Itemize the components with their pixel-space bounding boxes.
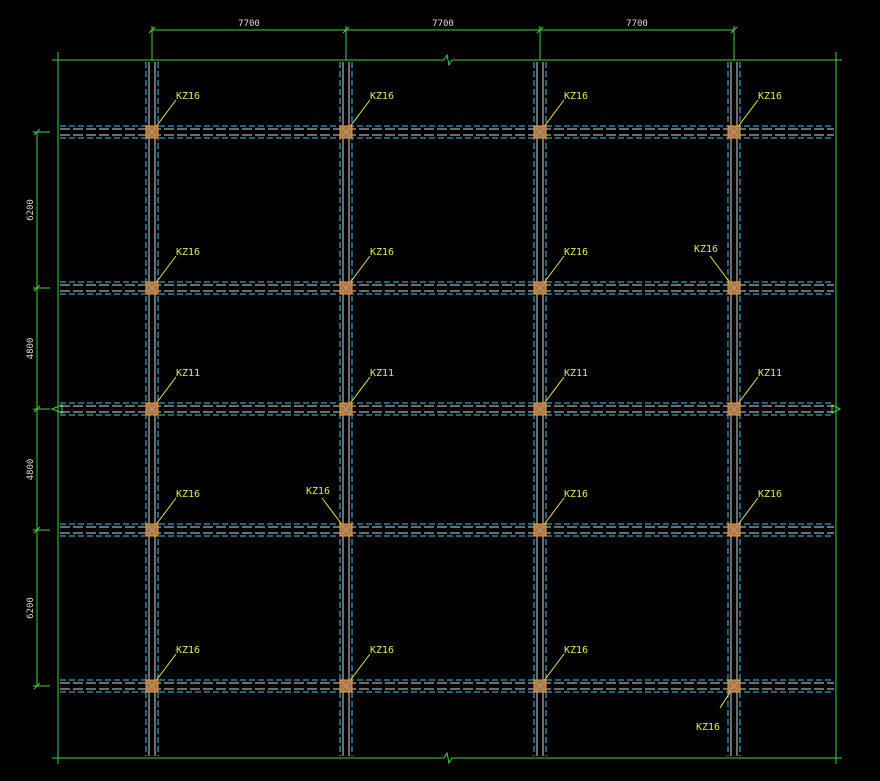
column-label: KZ16 [564,247,588,258]
column-label: KZ11 [758,368,782,379]
column-label: KZ16 [370,247,394,258]
column-label: KZ16 [370,645,394,656]
left-dimension-label: 4800 [26,459,36,481]
column-label: KZ16 [696,722,720,733]
column-label: KZ11 [564,368,588,379]
left-dimension-label: 6200 [26,597,36,619]
column-label: KZ16 [176,247,200,258]
top-dimension-label: 7700 [626,19,648,29]
top-dimension-label: 7700 [238,19,260,29]
column-label: KZ16 [564,645,588,656]
top-dimension-label: 7700 [432,19,454,29]
left-dimension-label: 4800 [26,338,36,360]
left-dimension-label: 6200 [26,199,36,221]
column-label: KZ16 [176,91,200,102]
column-label: KZ16 [758,91,782,102]
column-label: KZ16 [758,489,782,500]
column-label: KZ16 [564,91,588,102]
column-label: KZ11 [176,368,200,379]
structural-plan-drawing: 7700 7700 7700 6200 4800 4800 6200 KZ16 KZ16 KZ1… [0,0,880,781]
column-label: KZ16 [306,486,330,497]
column-label: KZ16 [564,489,588,500]
column-label: KZ16 [176,645,200,656]
column-label: KZ16 [176,489,200,500]
column-label: KZ16 [370,91,394,102]
column-label: KZ11 [370,368,394,379]
column-label: KZ16 [694,244,718,255]
